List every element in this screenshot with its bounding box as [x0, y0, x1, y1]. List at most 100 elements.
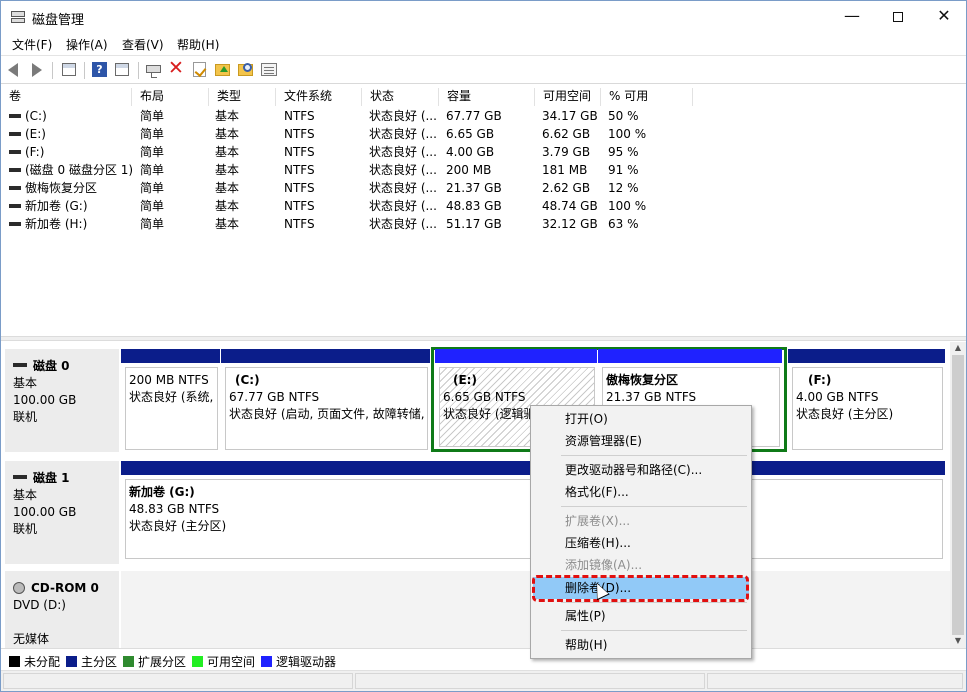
- column-layout[interactable]: 布局: [132, 88, 209, 106]
- properties-button[interactable]: [260, 61, 278, 79]
- table-cell: 简单: [140, 181, 165, 195]
- menu-action[interactable]: 操作(A): [66, 36, 108, 53]
- menu-help[interactable]: 帮助(H): [177, 36, 219, 53]
- delete-button[interactable]: ✕: [168, 58, 186, 79]
- disk-0-type: 基本: [13, 376, 38, 390]
- table-cell: NTFS: [284, 181, 315, 195]
- table-cell: 67.77 GB: [446, 109, 502, 123]
- pane-splitter[interactable]: [1, 336, 966, 341]
- back-button[interactable]: [5, 61, 23, 79]
- column-filesystem[interactable]: 文件系统: [276, 88, 362, 106]
- menu-help-item[interactable]: 帮助(H): [533, 634, 749, 656]
- menu-view[interactable]: 查看(V): [122, 36, 164, 53]
- table-cell: 34.17 GB: [542, 109, 598, 123]
- column-free-space[interactable]: 可用空间: [535, 88, 601, 106]
- table-cell: 状态良好 (...: [369, 127, 437, 141]
- highlight-annotation: [532, 575, 749, 602]
- table-cell: 新加卷 (H:): [9, 215, 132, 233]
- show-hide-action-pane-button[interactable]: [113, 61, 131, 79]
- menu-bar: 文件(F) 操作(A) 查看(V) 帮助(H): [1, 33, 966, 55]
- scroll-thumb[interactable]: [952, 355, 964, 635]
- table-cell: 48.74 GB: [542, 199, 598, 213]
- table-cell: 状态良好 (...: [369, 109, 437, 123]
- legend-swatch: [192, 656, 203, 667]
- connect-button[interactable]: [145, 61, 163, 79]
- drive-icon: [9, 167, 21, 172]
- table-row[interactable]: (C:) 简单 基本 NTFS 状态良好 (... 67.77 GB 34.17 GB 50 …: [1, 107, 966, 125]
- help-button[interactable]: ?: [91, 61, 109, 79]
- forward-button[interactable]: [27, 61, 45, 79]
- legend-extended: 扩展分区: [123, 653, 186, 670]
- table-cell: 基本: [215, 199, 240, 213]
- table-row[interactable]: 新加卷 (H:) 简单 基本 NTFS 状态良好 (... 51.17 GB 32.12 G…: [1, 215, 966, 233]
- menu-separator: [561, 506, 747, 507]
- disk-icon: [13, 363, 27, 367]
- column-volume[interactable]: 卷: [1, 88, 132, 106]
- disk-1-label[interactable]: 磁盘 1 基本 100.00 GB 联机: [5, 461, 120, 564]
- table-cell: 简单: [140, 217, 165, 231]
- table-cell: 51.17 GB: [446, 217, 502, 231]
- cdrom-name: CD-ROM 0: [31, 581, 99, 595]
- minimize-button[interactable]: —: [829, 1, 875, 33]
- menu-file[interactable]: 文件(F): [12, 36, 52, 53]
- column-capacity[interactable]: 容量: [439, 88, 535, 106]
- check-button[interactable]: [191, 61, 209, 79]
- disk-0-label[interactable]: 磁盘 0 基本 100.00 GB 联机: [5, 349, 120, 452]
- disk-map-scrollbar[interactable]: ▲ ▼: [950, 342, 966, 648]
- menu-format[interactable]: 格式化(F)...: [533, 481, 749, 503]
- toolbar-separator: [138, 62, 139, 79]
- disk-0-partition-f[interactable]: (F:) 4.00 GB NTFS 状态良好 (主分区): [788, 349, 945, 452]
- menu-separator: [561, 455, 747, 456]
- menu-open[interactable]: 打开(O): [533, 408, 749, 430]
- table-cell: 21.37 GB: [446, 181, 502, 195]
- partition-bar: [598, 349, 782, 363]
- close-button[interactable]: ✕: [921, 1, 967, 33]
- disk-1-size: 100.00 GB: [13, 505, 77, 519]
- menu-explorer[interactable]: 资源管理器(E): [533, 430, 749, 452]
- column-percent-free[interactable]: % 可用: [601, 88, 693, 106]
- scroll-down-icon[interactable]: ▼: [950, 635, 966, 647]
- disk-0-size: 100.00 GB: [13, 393, 77, 407]
- window-title: 磁盘管理: [32, 13, 85, 28]
- table-row[interactable]: (E:) 简单 基本 NTFS 状态良好 (... 6.65 GB 6.62 GB 100 %: [1, 125, 966, 143]
- disk-0-partition-system[interactable]: 200 MB NTFS 状态良好 (系统,: [121, 349, 220, 452]
- maximize-button[interactable]: [875, 1, 921, 33]
- cdrom-label[interactable]: CD-ROM 0 DVD (D:) 无媒体: [5, 571, 120, 648]
- menu-shrink-volume[interactable]: 压缩卷(H)...: [533, 532, 749, 554]
- up-folder-button[interactable]: [214, 61, 232, 79]
- disk-0-partition-c[interactable]: (C:) 67.77 GB NTFS 状态良好 (启动, 页面文件, 故障转储,: [221, 349, 430, 452]
- menu-change-drive-letter[interactable]: 更改驱动器号和路径(C)...: [533, 459, 749, 481]
- status-segment: [355, 673, 705, 689]
- partition-size: 4.00 GB NTFS: [796, 390, 879, 404]
- menu-properties[interactable]: 属性(P): [533, 605, 749, 627]
- table-row[interactable]: (磁盘 0 磁盘分区 1) 简单 基本 NTFS 状态良好 (... 200 MB 181 …: [1, 161, 966, 179]
- volume-name: 傲梅恢复分区: [25, 181, 98, 195]
- drive-icon: [9, 221, 21, 226]
- drive-icon: [9, 131, 21, 136]
- column-status[interactable]: 状态: [362, 88, 439, 106]
- table-cell: 181 MB: [542, 163, 588, 177]
- status-segment: [3, 673, 353, 689]
- volume-name: (E:): [25, 127, 46, 141]
- table-cell: 12 %: [608, 181, 639, 195]
- title-bar: 磁盘管理 — ✕: [1, 1, 966, 33]
- find-button[interactable]: [237, 61, 255, 79]
- table-row[interactable]: 傲梅恢复分区 简单 基本 NTFS 状态良好 (... 21.37 GB 2.62 GB 12…: [1, 179, 966, 197]
- table-cell: 简单: [140, 109, 165, 123]
- table-row[interactable]: (F:) 简单 基本 NTFS 状态良好 (... 4.00 GB 3.79 GB 95 %: [1, 143, 966, 161]
- table-cell: 简单: [140, 199, 165, 213]
- volume-name: (磁盘 0 磁盘分区 1): [25, 163, 134, 177]
- scroll-up-icon[interactable]: ▲: [950, 342, 966, 354]
- back-arrow-icon: [8, 63, 18, 77]
- disk-0-name: 磁盘 0: [33, 359, 70, 373]
- column-type[interactable]: 类型: [209, 88, 276, 106]
- menu-separator: [561, 630, 747, 631]
- status-segment: [707, 673, 963, 689]
- show-hide-console-tree-button[interactable]: [60, 61, 78, 79]
- volume-name: 新加卷 (H:): [25, 217, 88, 231]
- table-row[interactable]: 新加卷 (G:) 简单 基本 NTFS 状态良好 (... 48.83 GB 48.74 G…: [1, 197, 966, 215]
- drive-icon: [9, 113, 21, 118]
- legend-logical: 逻辑驱动器: [261, 653, 336, 670]
- table-cell: 3.79 GB: [542, 145, 591, 159]
- legend-swatch: [261, 656, 272, 667]
